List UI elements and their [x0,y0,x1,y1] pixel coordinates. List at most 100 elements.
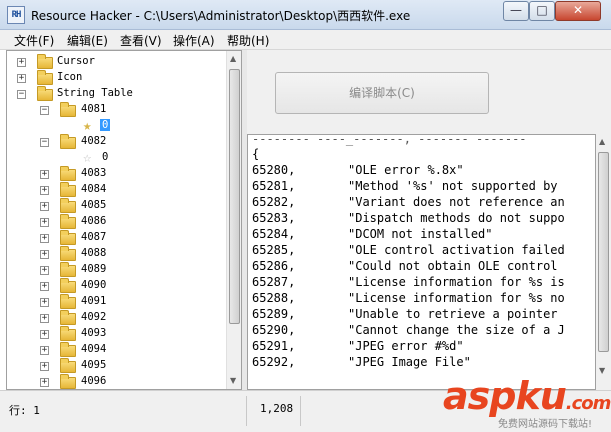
collapse-icon[interactable]: − [40,106,49,115]
string-id: 65288, [252,291,296,305]
tree-item-4085[interactable]: +4085 [7,198,227,214]
minimize-button[interactable]: — [503,1,529,21]
string-id: 65284, [252,227,296,241]
string-id: 65282, [252,195,296,209]
watermark-tld: .com [565,393,611,414]
code-line-partial: -------- ----_-------, ------- ------- [252,134,527,146]
title-bar: RH Resource Hacker - C:\Users\Administra… [0,0,611,30]
expand-icon[interactable]: + [40,186,49,195]
expand-icon[interactable]: + [40,378,49,387]
tree-item-label: 4082 [81,135,107,147]
expand-icon[interactable]: + [40,346,49,355]
watermark-logo: aspku.com [443,374,611,418]
tree-item-string-table[interactable]: − String Table [7,86,227,102]
collapse-icon[interactable]: − [40,138,49,147]
expand-icon[interactable]: + [40,330,49,339]
expand-icon[interactable]: + [40,298,49,307]
expand-icon[interactable]: + [40,266,49,275]
star-outline-icon: ☆ [83,150,92,166]
string-value: "Dispatch methods do not suppo [348,211,565,225]
tree-item-4090[interactable]: +4090 [7,278,227,294]
compile-script-button[interactable]: 编译脚本(C) [275,72,489,114]
tree-item-4081[interactable]: − 4081 [7,102,227,118]
string-id: 65287, [252,275,296,289]
scroll-down-icon[interactable]: ▼ [230,376,236,385]
tree-item-4091[interactable]: +4091 [7,294,227,310]
folder-icon [60,166,76,181]
string-value: "DCOM not installed" [348,227,493,241]
expand-icon[interactable]: + [40,314,49,323]
tree-item-4089[interactable]: +4089 [7,262,227,278]
scroll-up-icon[interactable]: ▲ [230,54,236,63]
expand-icon[interactable]: + [17,74,26,83]
tree-item-4081-0[interactable]: ★ 0 [7,118,227,134]
tree-item-label: 4094 [81,343,107,355]
expand-icon[interactable]: + [40,250,49,259]
menu-view[interactable]: 查看(V) [120,32,162,49]
tree-item-4084[interactable]: +4084 [7,182,227,198]
string-id: 65285, [252,243,296,257]
tree-item-4093[interactable]: +4093 [7,326,227,342]
tree-scrollbar[interactable]: ▲ ▼ [226,51,241,389]
menu-action[interactable]: 操作(A) [173,32,215,49]
resource-tree[interactable]: + Cursor + Icon − String Table − 4081 ★ … [6,50,242,390]
expand-icon[interactable]: + [40,170,49,179]
editor-scrollbar[interactable]: ▲ ▼ [596,134,611,390]
expand-icon[interactable]: + [40,202,49,211]
scroll-up-icon[interactable]: ▲ [599,137,605,146]
scrollbar-thumb[interactable] [229,69,240,324]
string-value: "OLE control activation failed [348,243,565,257]
expand-icon[interactable]: + [40,218,49,227]
status-divider [246,396,247,426]
tree-item-label: 4089 [81,263,107,275]
menu-help[interactable]: 帮助(H) [227,32,269,49]
status-position: 1,208 [260,402,294,415]
tree-item-label: 4095 [81,359,107,371]
tree-item-label: 4081 [81,103,107,115]
string-id: 65286, [252,259,296,273]
tree-item-label: Icon [57,71,83,83]
tree-item-4083[interactable]: +4083 [7,166,227,182]
tree-item-icon[interactable]: + Icon [7,70,227,86]
expand-icon[interactable]: + [17,58,26,67]
expand-icon[interactable]: + [40,282,49,291]
expand-icon[interactable]: + [40,234,49,243]
tree-item-label: 4083 [81,167,107,179]
folder-icon [60,310,76,325]
tree-item-4086[interactable]: +4086 [7,214,227,230]
tree-item-label: 4096 [81,375,107,387]
tree-item-4095[interactable]: +4095 [7,358,227,374]
script-editor[interactable]: -------- ----_-------, ------- ------- {… [247,134,596,390]
string-value: "Cannot change the size of a J [348,323,565,337]
menu-edit[interactable]: 编辑(E) [67,32,108,49]
string-value: "Could not obtain OLE control [348,259,558,273]
status-divider [300,396,301,426]
collapse-icon[interactable]: − [17,90,26,99]
folder-icon [60,198,76,213]
maximize-button[interactable]: □ [529,1,555,21]
string-id: 65291, [252,339,296,353]
tree-item-4096[interactable]: +4096 [7,374,227,389]
close-button[interactable]: ✕ [555,1,601,21]
tree-item-label: 4085 [81,199,107,211]
folder-icon [60,278,76,293]
tree-item-cursor[interactable]: + Cursor [7,54,227,70]
tree-item-4092[interactable]: +4092 [7,310,227,326]
tree-item-label: 4093 [81,327,107,339]
tree-item-4082[interactable]: − 4082 [7,134,227,150]
tree-item-4094[interactable]: +4094 [7,342,227,358]
tree-item-label: 4087 [81,231,107,243]
scrollbar-thumb[interactable] [598,152,609,352]
window-title: Resource Hacker - C:\Users\Administrator… [31,9,411,23]
string-value: "License information for %s no [348,291,565,305]
tree-item-4088[interactable]: +4088 [7,246,227,262]
string-id: 65280, [252,163,296,177]
tree-item-4087[interactable]: +4087 [7,230,227,246]
menu-file[interactable]: 文件(F) [14,32,54,49]
tree-item-label: 4090 [81,279,107,291]
expand-icon[interactable]: + [40,362,49,371]
tree-item-label: 4091 [81,295,107,307]
string-id: 65283, [252,211,296,225]
folder-icon [37,70,53,85]
tree-item-4082-0[interactable]: ☆ 0 [7,150,227,166]
